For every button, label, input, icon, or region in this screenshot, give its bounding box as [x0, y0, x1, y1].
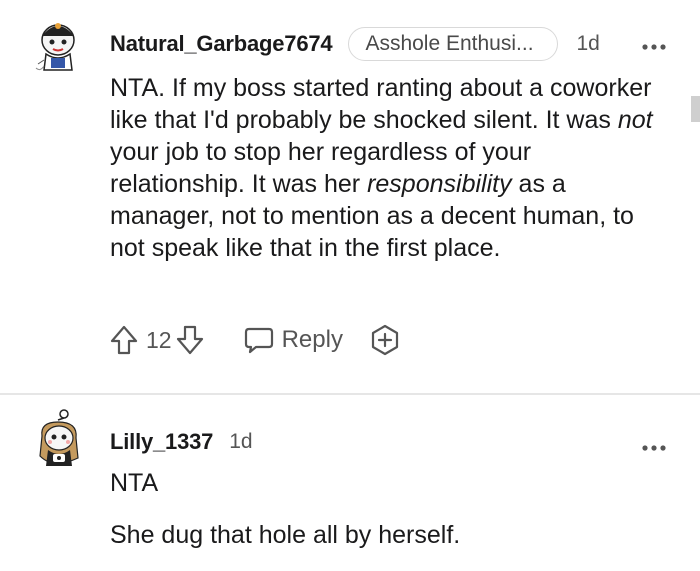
- more-horizontal-icon: [642, 44, 666, 50]
- user-flair: Asshole Enthusi...: [348, 27, 559, 61]
- timestamp: 1d: [576, 32, 600, 55]
- more-options-button[interactable]: [642, 31, 666, 57]
- username[interactable]: Lilly_1337: [110, 429, 213, 455]
- comment-actions: 12 Reply: [110, 322, 401, 358]
- comment-text-emphasis: not: [617, 106, 653, 134]
- comment-body: NTA. If my boss started ranting about a …: [110, 72, 670, 264]
- user-avatar[interactable]: [34, 16, 86, 74]
- snoo-avatar-icon: [35, 23, 75, 71]
- upvote-arrow-icon: [110, 325, 138, 355]
- downvote-arrow-icon: [176, 325, 203, 355]
- scrollbar-thumb[interactable]: [691, 96, 700, 122]
- award-plus-icon: [371, 324, 399, 356]
- comment-meta: Natural_Garbage7674 Asshole Enthusi... 1…: [110, 27, 600, 61]
- comment-paragraph: NTA: [110, 469, 159, 497]
- snoo-avatar-icon: [39, 409, 79, 466]
- upvote-button[interactable]: [110, 324, 138, 356]
- comment-divider: [0, 393, 700, 395]
- comment-paragraph: She dug that hole all by herself.: [110, 521, 461, 549]
- username[interactable]: Natural_Garbage7674: [110, 31, 333, 57]
- speech-bubble-icon: [244, 327, 273, 354]
- reply-label: Reply: [281, 326, 343, 353]
- vote-count: 12: [146, 326, 172, 353]
- comment-body: NTA She dug that hole all by herself.: [110, 467, 670, 551]
- comment-text-emphasis: responsibility: [367, 170, 512, 198]
- reply-button[interactable]: Reply: [244, 326, 343, 354]
- comment-meta: Lilly_1337 1d: [110, 429, 253, 455]
- timestamp: 1d: [229, 430, 253, 453]
- more-horizontal-icon: [642, 445, 666, 451]
- more-options-button[interactable]: [642, 432, 666, 458]
- give-award-button[interactable]: [369, 324, 401, 356]
- user-avatar[interactable]: [34, 408, 86, 466]
- downvote-button[interactable]: [176, 324, 204, 356]
- comment-text: NTA. If my boss started ranting about a …: [110, 74, 652, 134]
